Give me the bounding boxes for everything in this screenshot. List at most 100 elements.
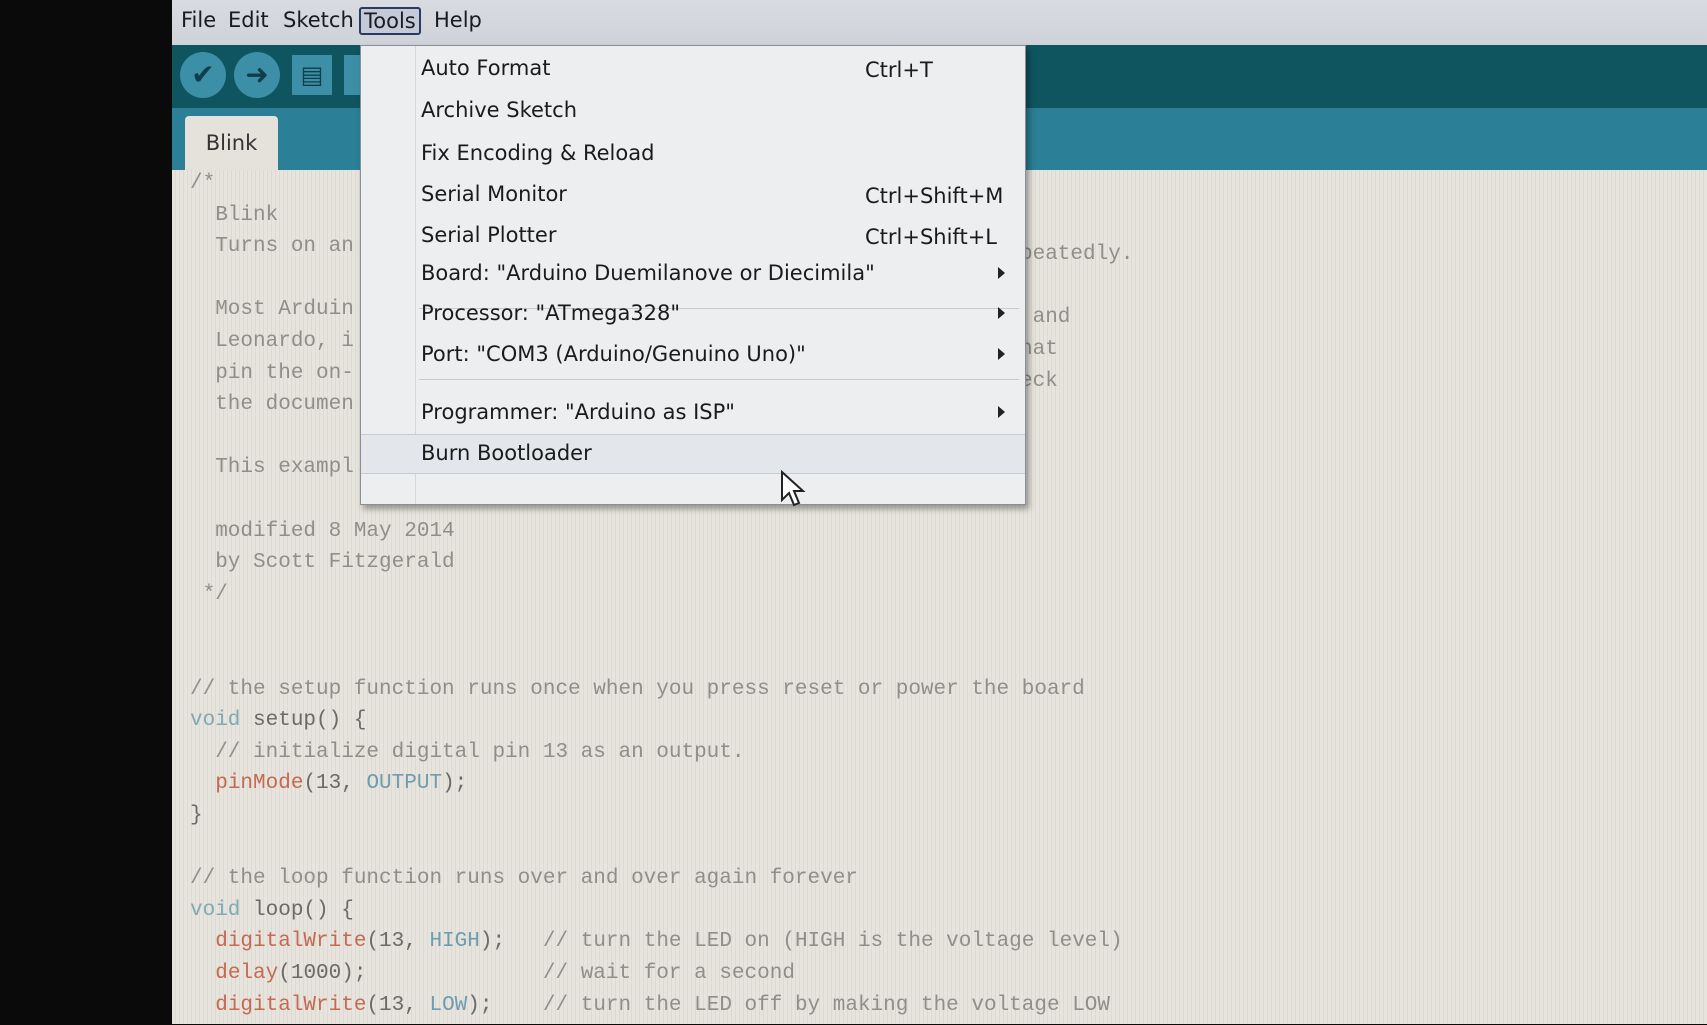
code-token-const: HIGH [429, 930, 480, 954]
code-fragment-right: and [1020, 306, 1071, 330]
code-line: delay(1000); // wait for a second [190, 962, 795, 993]
code-token-comment: Blink [190, 203, 279, 227]
code-token-plain: setup() { [240, 709, 367, 733]
code-token-plain: } [190, 804, 203, 827]
code-line: pinMode(13, OUTPUT); [190, 772, 467, 803]
code-token-plain: (13, [366, 930, 430, 954]
code-line: Leonardo, i [190, 330, 354, 361]
code-token-plain: ); [467, 993, 543, 1017]
menu-item-shortcut: Ctrl+Shift+L [865, 225, 997, 249]
code-line: // the loop function runs over and over … [190, 867, 858, 898]
code-token-const: OUTPUT [366, 772, 443, 796]
tab-blink[interactable]: Blink [185, 116, 278, 170]
menu-item-shortcut: Ctrl+Shift+M [865, 184, 1004, 208]
new-file-icon: ▤ [300, 61, 324, 89]
code-token-comment: // the loop function runs over and over … [190, 867, 858, 891]
menu-item-shortcut: Ctrl+T [865, 58, 933, 82]
code-token-plain: ); [479, 930, 543, 954]
submenu-arrow-icon [998, 267, 1005, 279]
code-token-func: pinMode [215, 772, 304, 796]
code-token-plain: loop() { [240, 898, 354, 922]
menu-item-burn-bootloader[interactable]: Burn Bootloader [361, 434, 1025, 474]
code-token-plain: (1000); [278, 962, 543, 985]
code-token-comment: Leonardo, i [190, 330, 354, 353]
code-token-type: void [190, 898, 241, 922]
new-sketch-button[interactable]: ▤ [292, 55, 332, 95]
code-token-comment: // the setup function runs once when you… [190, 677, 1085, 701]
menu-item-label: Archive Sketch [421, 98, 578, 122]
menu-item-serial-monitor[interactable]: Serial Monitor Ctrl+Shift+M [361, 176, 1025, 214]
menu-item-label: Serial Monitor [421, 182, 567, 206]
open-sketch-button[interactable] [344, 55, 360, 95]
code-line: */ [190, 583, 228, 614]
submenu-arrow-icon [998, 348, 1005, 360]
code-line: /* [190, 172, 215, 203]
submenu-arrow-icon [998, 307, 1005, 319]
code-token-comment: by Scott Fitzgerald [190, 551, 455, 575]
upload-button[interactable]: ➜ [234, 52, 280, 98]
code-line: digitalWrite(13, LOW); // turn the LED o… [190, 994, 1110, 1025]
code-token-plain: (13, [366, 993, 430, 1017]
menu-tools[interactable]: Tools [359, 7, 421, 35]
code-token-comment: pin the on- [190, 361, 354, 385]
code-token-comment: modified 8 May 2014 [190, 519, 455, 543]
menu-sketch[interactable]: Sketch [280, 8, 357, 32]
code-token-func: delay [215, 962, 279, 985]
menu-item-programmer[interactable]: Programmer: "Arduino as ISP" [361, 394, 1025, 432]
menu-file[interactable]: File [178, 8, 219, 32]
menu-item-label: Programmer: "Arduino as ISP" [421, 400, 735, 424]
menu-item-serial-plotter[interactable]: Serial Plotter Ctrl+Shift+L [361, 217, 1025, 255]
code-line: } [190, 804, 203, 835]
code-token-comment: // turn the LED off by making the voltag… [542, 993, 1110, 1017]
code-token-comment: // turn the LED on (HIGH is the voltage … [542, 930, 1123, 954]
menu-item-label: Port: "COM3 (Arduino/Genuino Uno)" [421, 342, 806, 366]
arrow-right-icon: ➜ [245, 58, 269, 91]
menu-item-label: Serial Plotter [421, 223, 557, 247]
code-token-plain: ); [442, 772, 468, 796]
menu-edit[interactable]: Edit [225, 8, 272, 32]
menu-item-port[interactable]: Port: "COM3 (Arduino/Genuino Uno)" [361, 336, 1025, 374]
code-token-comment: Turns on an [190, 235, 354, 259]
code-token-comment: /* [190, 172, 216, 195]
code-line: // initialize digital pin 13 as an outpu… [190, 740, 745, 772]
code-line: by Scott Fitzgerald [190, 551, 455, 582]
menu-help[interactable]: Help [431, 8, 485, 32]
menu-item-label: Fix Encoding & Reload [421, 141, 655, 165]
code-line: modified 8 May 2014 [190, 519, 455, 551]
menu-separator [419, 379, 1019, 380]
code-token-comment: // initialize digital pin 13 as an outpu… [190, 740, 745, 764]
menu-bar: File Edit Sketch Tools Help [172, 0, 1707, 47]
code-token-type: void [190, 709, 241, 733]
code-line: the documen [190, 393, 354, 424]
submenu-arrow-icon [998, 406, 1005, 418]
code-token-comment: // wait for a second [542, 962, 795, 985]
code-line: void setup() { [190, 709, 366, 740]
code-line: Blink [190, 204, 278, 235]
menu-item-label: Auto Format [421, 56, 551, 80]
code-token-const: LOW [429, 993, 468, 1017]
code-token-comment: */ [190, 582, 228, 606]
verify-button[interactable]: ✔ [180, 52, 226, 98]
menu-item-board[interactable]: Board: "Arduino Duemilanove or Diecimila… [361, 255, 1025, 293]
mouse-cursor-icon [781, 470, 806, 507]
code-token-comment: the documen [190, 393, 354, 417]
code-line: Turns on an [190, 235, 354, 266]
code-line: digitalWrite(13, HIGH); // turn the LED … [190, 930, 1123, 961]
checkmark-icon: ✔ [191, 58, 215, 91]
tools-menu-dropdown: Auto Format Ctrl+T Archive Sketch Fix Encod… [360, 45, 1026, 505]
menu-item-processor[interactable]: Processor: "ATmega328" [361, 295, 1025, 333]
code-line: void loop() { [190, 899, 354, 930]
menu-item-auto-format[interactable]: Auto Format Ctrl+T [361, 50, 1025, 88]
code-token-plain: (13, [303, 772, 367, 796]
menu-item-label: Board: "Arduino Duemilanove or Diecimila… [421, 261, 875, 285]
code-fragment-right: peatedly. [1020, 243, 1134, 267]
menu-item-fix-encoding-reload[interactable]: Fix Encoding & Reload [361, 135, 1025, 173]
code-token-func: digitalWrite [215, 993, 367, 1017]
menu-item-archive-sketch[interactable]: Archive Sketch [361, 92, 1025, 130]
code-line: // the setup function runs once when you… [190, 678, 1085, 709]
code-token-comment: Most Arduin [190, 298, 354, 322]
